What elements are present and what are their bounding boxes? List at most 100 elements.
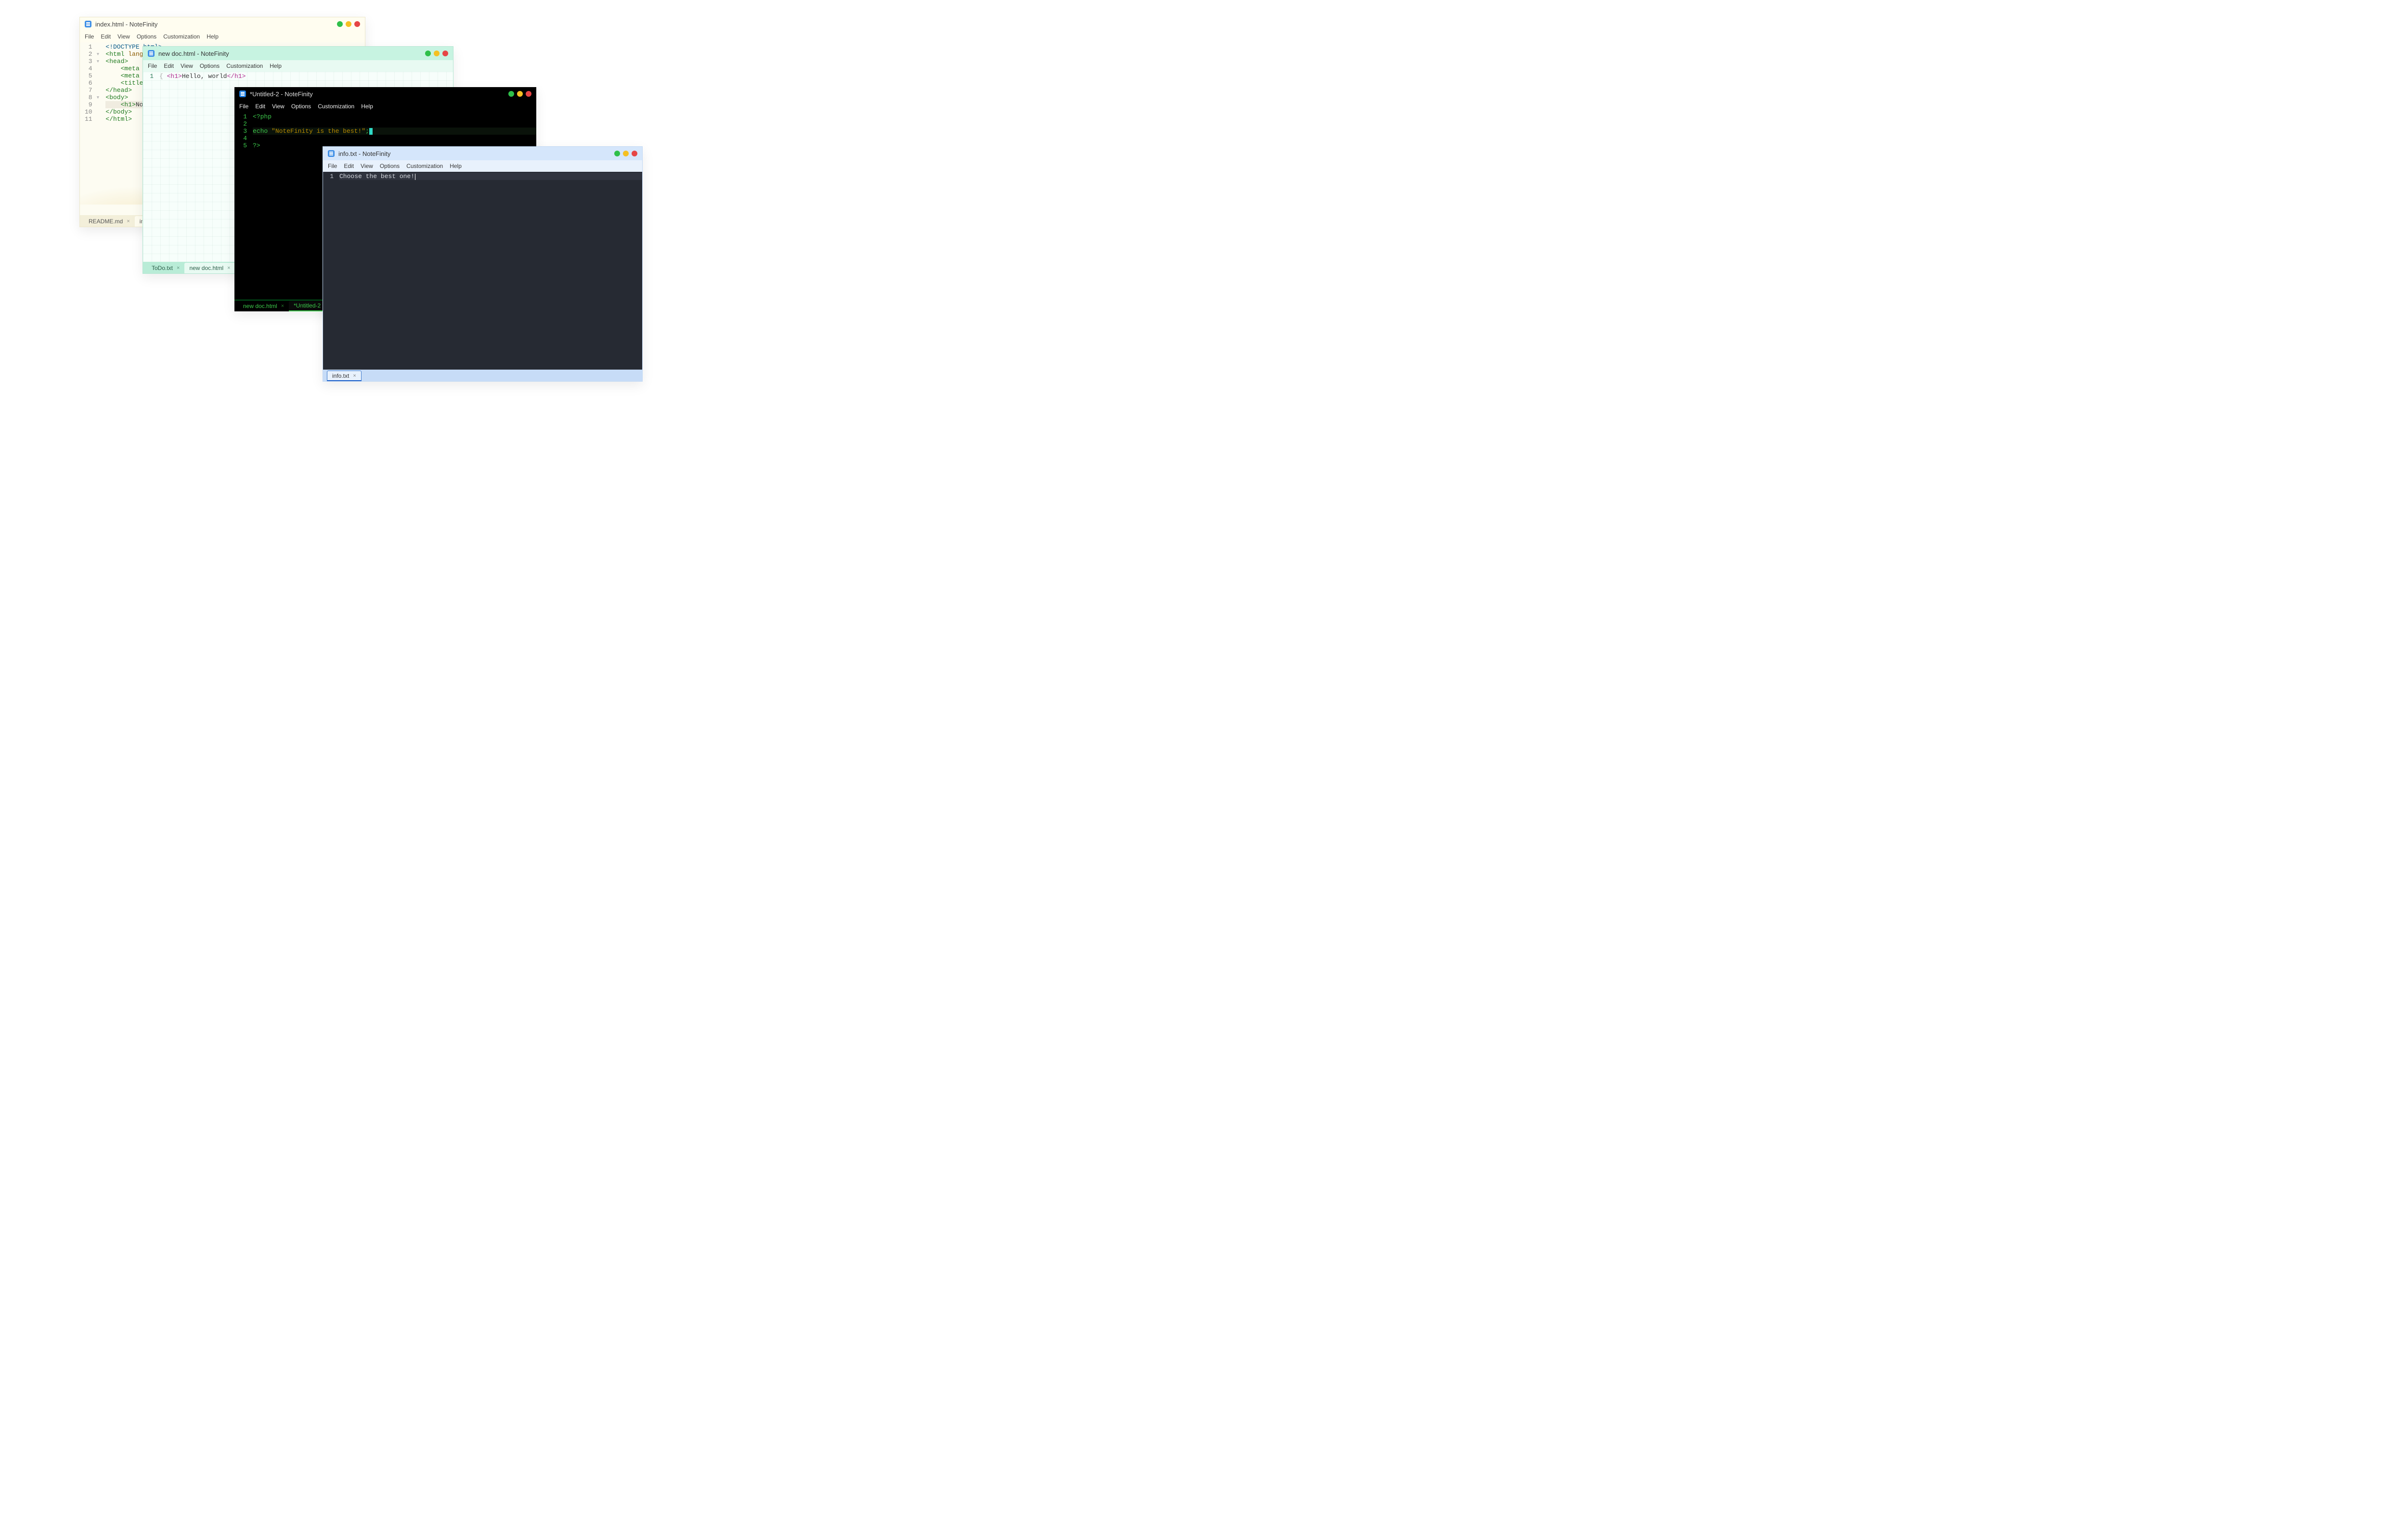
close-button[interactable] — [442, 51, 448, 56]
line-number: 1 — [148, 73, 154, 80]
menu-help[interactable]: Help — [270, 63, 282, 69]
minimize-button[interactable] — [614, 151, 620, 156]
menu-view[interactable]: View — [361, 163, 373, 169]
line-number: 5 — [85, 72, 100, 79]
menu-view[interactable]: View — [181, 63, 193, 69]
code-line[interactable]: { <h1>Hello, world</h1> — [159, 73, 453, 80]
line-number: 9 — [85, 101, 100, 108]
line-number: 5 — [239, 142, 247, 149]
app-icon — [148, 50, 155, 57]
menu-options[interactable]: Options — [137, 33, 156, 40]
code-line[interactable] — [253, 120, 536, 128]
tab-label: ToDo.txt — [152, 265, 173, 271]
line-number: 1 — [239, 113, 247, 120]
line-number: 2 ▾ — [85, 51, 100, 58]
close-tab-icon[interactable]: × — [281, 303, 284, 309]
app-icon — [239, 90, 246, 97]
close-tab-icon[interactable]: × — [353, 373, 356, 379]
menubar: File Edit View Options Customization Hel… — [80, 31, 365, 42]
minimize-button[interactable] — [508, 91, 514, 97]
menu-options[interactable]: Options — [380, 163, 400, 169]
menu-edit[interactable]: Edit — [344, 163, 354, 169]
file-tab[interactable]: new doc.html × — [238, 301, 289, 311]
titlebar[interactable]: new doc.html - NoteFinity — [143, 47, 453, 60]
line-number: 2 — [239, 120, 247, 128]
menubar: File Edit View Options Customization Hel… — [143, 60, 453, 72]
line-number: 1 — [85, 43, 100, 51]
code-line[interactable]: echo "NoteFinity is the best!"; — [253, 128, 536, 135]
line-number: 4 — [239, 135, 247, 142]
minimize-button[interactable] — [425, 51, 431, 56]
window-controls — [337, 21, 360, 27]
tab-label: *Untitled-2 — [294, 302, 321, 309]
tab-label: new doc.html — [189, 265, 223, 271]
menu-customization[interactable]: Customization — [226, 63, 263, 69]
titlebar[interactable]: index.html - NoteFinity — [80, 17, 365, 31]
menu-help[interactable]: Help — [207, 33, 219, 40]
close-tab-icon[interactable]: × — [227, 265, 230, 271]
tab-label: info.txt — [332, 372, 349, 379]
titlebar[interactable]: *Untitled-2 - NoteFinity — [234, 87, 536, 101]
line-gutter: 12345 — [234, 112, 251, 300]
close-button[interactable] — [526, 91, 531, 97]
close-button[interactable] — [632, 151, 637, 156]
menu-help[interactable]: Help — [361, 103, 373, 110]
menu-file[interactable]: File — [148, 63, 157, 69]
maximize-button[interactable] — [623, 151, 629, 156]
menu-file[interactable]: File — [85, 33, 94, 40]
tab-label: README.md — [89, 218, 123, 225]
menu-edit[interactable]: Edit — [255, 103, 265, 110]
line-gutter: 1 — [323, 172, 337, 370]
app-icon — [328, 150, 335, 157]
editor-window-4: info.txt - NoteFinity File Edit View Opt… — [323, 146, 643, 382]
line-gutter: 1 — [143, 72, 157, 262]
code-line[interactable]: <?php — [253, 113, 536, 120]
close-button[interactable] — [354, 21, 360, 27]
window-controls — [614, 151, 637, 156]
maximize-button[interactable] — [517, 91, 523, 97]
window-title: new doc.html - NoteFinity — [158, 50, 229, 57]
menu-options[interactable]: Options — [291, 103, 311, 110]
app-icon — [85, 21, 91, 27]
close-tab-icon[interactable]: × — [177, 265, 180, 271]
menu-customization[interactable]: Customization — [406, 163, 443, 169]
menu-customization[interactable]: Customization — [318, 103, 354, 110]
window-controls — [508, 91, 531, 97]
line-number: 7 — [85, 87, 100, 94]
close-tab-icon[interactable]: × — [127, 218, 129, 224]
maximize-button[interactable] — [346, 21, 351, 27]
file-tab[interactable]: README.md × — [84, 216, 135, 227]
menu-view[interactable]: View — [272, 103, 285, 110]
menu-file[interactable]: File — [328, 163, 337, 169]
code-editor[interactable]: 1 Choose the best one! — [323, 172, 642, 370]
titlebar[interactable]: info.txt - NoteFinity — [323, 147, 642, 160]
code-line[interactable] — [253, 135, 536, 142]
menu-view[interactable]: View — [117, 33, 130, 40]
menu-help[interactable]: Help — [450, 163, 462, 169]
window-controls — [425, 51, 448, 56]
line-number: 11 — [85, 116, 100, 123]
window-title: index.html - NoteFinity — [95, 21, 157, 28]
minimize-button[interactable] — [337, 21, 343, 27]
menu-customization[interactable]: Customization — [163, 33, 200, 40]
file-tab[interactable]: ToDo.txt × — [147, 263, 184, 273]
menu-options[interactable]: Options — [200, 63, 220, 69]
menu-edit[interactable]: Edit — [164, 63, 174, 69]
file-tab[interactable]: new doc.html × — [184, 263, 235, 273]
line-number: 8 ▾ — [85, 94, 100, 101]
menu-file[interactable]: File — [239, 103, 248, 110]
window-title: info.txt - NoteFinity — [338, 150, 390, 157]
line-number: 3 — [239, 128, 247, 135]
line-number: 4 — [85, 65, 100, 72]
line-gutter: 1 2 ▾3 ▾4 5 6 7 8 ▾9 10 11 — [80, 42, 104, 215]
file-tab[interactable]: info.txt × — [327, 371, 362, 381]
line-number: 6 — [85, 79, 100, 87]
window-title: *Untitled-2 - NoteFinity — [250, 90, 313, 98]
line-number: 1 — [328, 173, 334, 180]
menu-edit[interactable]: Edit — [101, 33, 111, 40]
code-area[interactable]: Choose the best one! — [337, 172, 642, 370]
code-line[interactable]: Choose the best one! — [339, 173, 642, 180]
line-number: 3 ▾ — [85, 58, 100, 65]
line-number: 10 — [85, 108, 100, 116]
maximize-button[interactable] — [434, 51, 440, 56]
